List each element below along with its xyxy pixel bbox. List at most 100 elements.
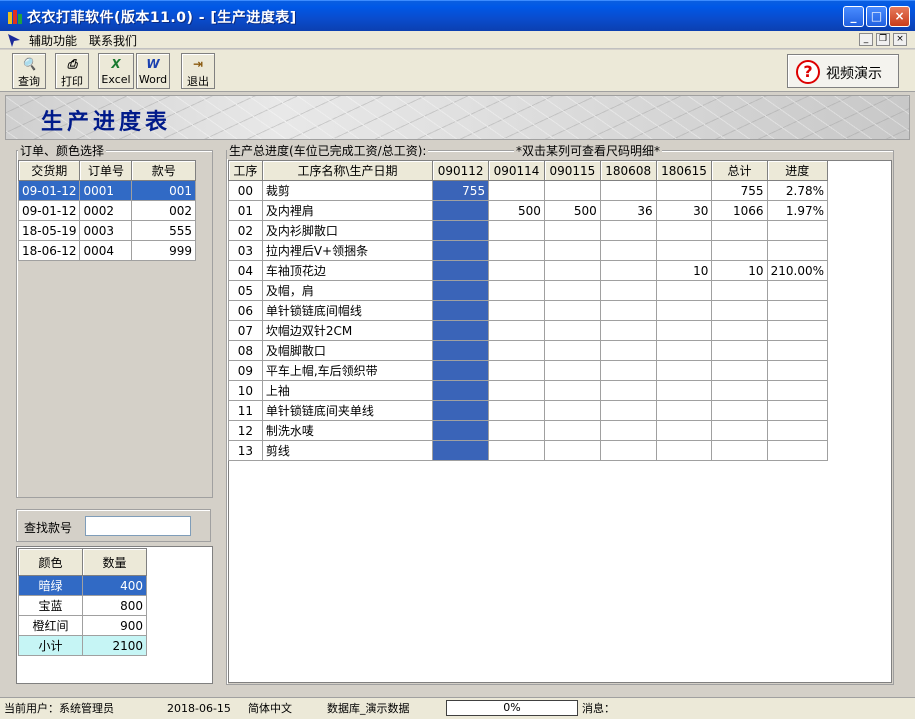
- process-cell[interactable]: [599, 260, 657, 281]
- process-row[interactable]: 13 剪线: [228, 440, 829, 461]
- process-cell[interactable]: [766, 360, 829, 381]
- process-cell[interactable]: 单针锁链底间帽线: [261, 300, 434, 321]
- print-button[interactable]: ⎙ 打印: [55, 53, 89, 89]
- process-cell[interactable]: 755: [711, 180, 768, 201]
- process-cell[interactable]: [488, 260, 545, 281]
- process-cell[interactable]: [655, 240, 713, 261]
- process-row[interactable]: 05 及帽，肩: [228, 280, 829, 301]
- process-cell[interactable]: [488, 320, 545, 341]
- process-cell[interactable]: 04: [228, 260, 263, 281]
- process-cell[interactable]: 上袖: [261, 380, 434, 401]
- colors-header-color[interactable]: 颜色: [18, 548, 83, 576]
- process-cell[interactable]: [599, 360, 657, 381]
- process-cell[interactable]: 1066: [711, 200, 768, 221]
- process-cell[interactable]: [711, 280, 768, 301]
- progress-header-cell[interactable]: 180615: [655, 160, 713, 181]
- process-cell[interactable]: [488, 300, 545, 321]
- video-demo-button[interactable]: ? 视频演示: [787, 54, 899, 88]
- color-row[interactable]: 橙红间 900: [18, 615, 147, 636]
- process-cell[interactable]: 拉内裡后V+领捆条: [261, 240, 434, 261]
- color-cell[interactable]: 小计: [18, 635, 83, 656]
- color-row[interactable]: 小计 2100: [18, 635, 147, 656]
- process-cell[interactable]: [543, 320, 601, 341]
- query-button[interactable]: 🔍 查询: [12, 53, 46, 89]
- process-cell[interactable]: 剪线: [261, 440, 434, 461]
- process-cell[interactable]: [655, 380, 713, 401]
- process-cell[interactable]: [711, 380, 768, 401]
- orders-header-order[interactable]: 订单号: [79, 160, 133, 181]
- process-row[interactable]: 04 车袖顶花边 10 10 210.00%: [228, 260, 829, 281]
- process-cell[interactable]: [655, 220, 713, 241]
- process-cell[interactable]: [766, 380, 829, 401]
- process-cell[interactable]: [655, 440, 713, 461]
- progress-header-cell[interactable]: 进度: [766, 160, 829, 181]
- process-cell[interactable]: [655, 360, 713, 381]
- color-cell[interactable]: 2100: [82, 635, 147, 656]
- process-cell[interactable]: [711, 400, 768, 421]
- process-cell[interactable]: [655, 280, 713, 301]
- maximize-button[interactable]: □: [866, 6, 887, 27]
- process-cell[interactable]: [543, 280, 601, 301]
- process-cell[interactable]: [599, 320, 657, 341]
- progress-header-cell[interactable]: 总计: [711, 160, 768, 181]
- process-cell[interactable]: [543, 440, 601, 461]
- process-cell[interactable]: 210.00%: [766, 260, 829, 281]
- color-cell[interactable]: 暗绿: [18, 575, 83, 596]
- progress-header-cell[interactable]: 工序名称\生产日期: [261, 160, 434, 181]
- process-cell[interactable]: [766, 400, 829, 421]
- process-cell[interactable]: [543, 380, 601, 401]
- process-cell[interactable]: 30: [655, 200, 713, 221]
- process-cell[interactable]: [766, 320, 829, 341]
- order-cell[interactable]: 09-01-12: [17, 200, 81, 221]
- process-cell[interactable]: [599, 420, 657, 441]
- process-cell[interactable]: [766, 420, 829, 441]
- process-cell[interactable]: [599, 440, 657, 461]
- process-cell[interactable]: [543, 420, 601, 441]
- process-cell[interactable]: [766, 240, 829, 261]
- process-cell[interactable]: 及帽脚散口: [261, 340, 434, 361]
- process-cell[interactable]: [711, 360, 768, 381]
- process-cell[interactable]: 1.97%: [766, 200, 829, 221]
- process-cell[interactable]: 01: [228, 200, 263, 221]
- process-cell[interactable]: 12: [228, 420, 263, 441]
- process-cell[interactable]: [599, 280, 657, 301]
- word-button[interactable]: W Word: [136, 53, 170, 89]
- process-cell[interactable]: [432, 420, 490, 441]
- process-cell[interactable]: [432, 240, 490, 261]
- process-cell[interactable]: 坎帽边双针2CM: [261, 320, 434, 341]
- progress-header-cell[interactable]: 工序: [228, 160, 263, 181]
- order-cell[interactable]: 0001: [79, 180, 133, 201]
- process-cell[interactable]: 06: [228, 300, 263, 321]
- orders-header-style[interactable]: 款号: [131, 160, 196, 181]
- process-cell[interactable]: 车袖顶花边: [261, 260, 434, 281]
- process-cell[interactable]: [655, 180, 713, 201]
- order-row[interactable]: 18-06-12 0004 999: [17, 240, 196, 261]
- process-cell[interactable]: 裁剪: [261, 180, 434, 201]
- process-cell[interactable]: [432, 200, 490, 221]
- process-cell[interactable]: 13: [228, 440, 263, 461]
- process-cell[interactable]: [432, 260, 490, 281]
- process-cell[interactable]: 07: [228, 320, 263, 341]
- process-cell[interactable]: [432, 340, 490, 361]
- progress-header-cell[interactable]: 090112: [432, 160, 490, 181]
- order-cell[interactable]: 002: [131, 200, 196, 221]
- process-cell[interactable]: [543, 260, 601, 281]
- process-cell[interactable]: [766, 220, 829, 241]
- process-cell[interactable]: [432, 360, 490, 381]
- process-cell[interactable]: 及帽，肩: [261, 280, 434, 301]
- process-cell[interactable]: 03: [228, 240, 263, 261]
- process-cell[interactable]: [543, 240, 601, 261]
- process-cell[interactable]: 10: [655, 260, 713, 281]
- process-cell[interactable]: 2.78%: [766, 180, 829, 201]
- process-cell[interactable]: [655, 420, 713, 441]
- progress-table[interactable]: 工序 工序名称\生产日期 090112 090114 090115 180608 18061…: [228, 160, 829, 461]
- progress-header-cell[interactable]: 090115: [543, 160, 601, 181]
- process-cell[interactable]: 09: [228, 360, 263, 381]
- process-cell[interactable]: 及内裡肩: [261, 200, 434, 221]
- order-cell[interactable]: 0002: [79, 200, 133, 221]
- order-cell[interactable]: 18-05-19: [17, 220, 81, 241]
- order-cell[interactable]: 555: [131, 220, 196, 241]
- process-cell[interactable]: [599, 340, 657, 361]
- process-cell[interactable]: [432, 280, 490, 301]
- order-cell[interactable]: 0004: [79, 240, 133, 261]
